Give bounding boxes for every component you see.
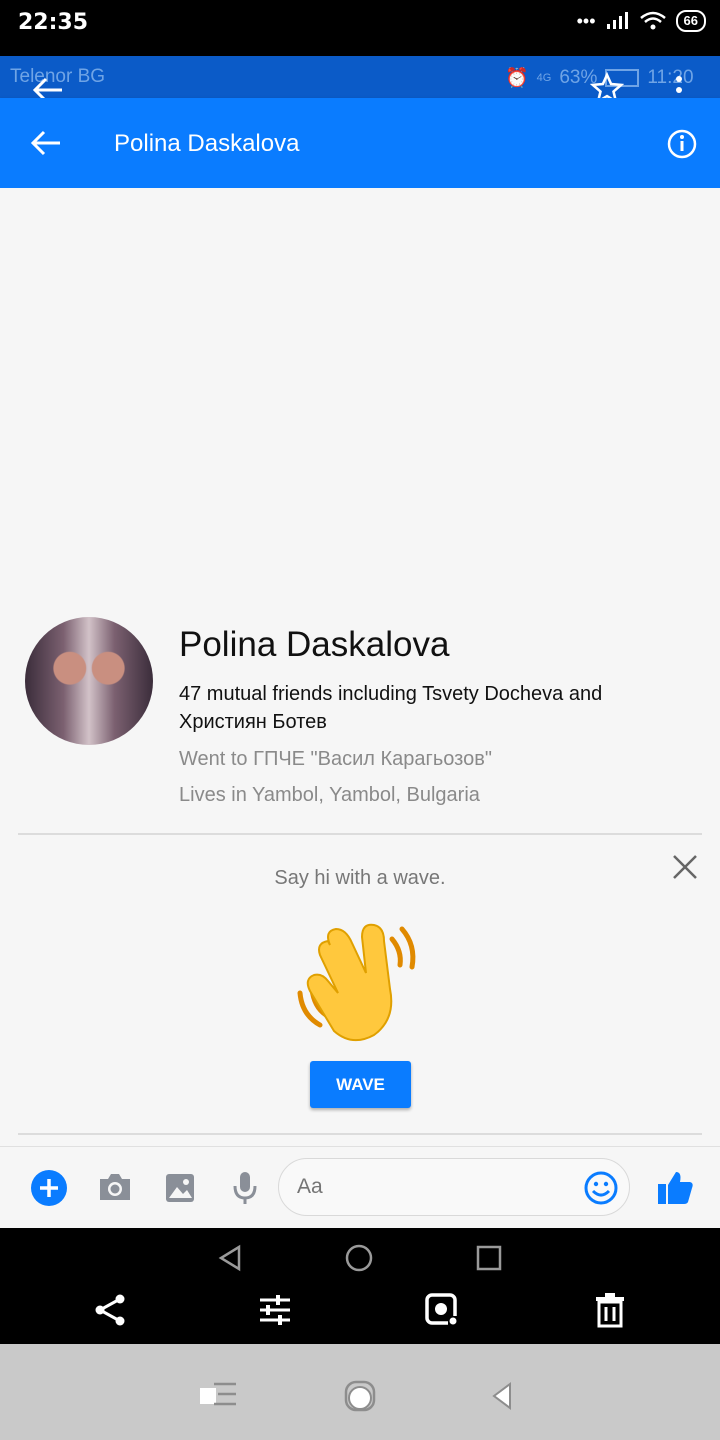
divider	[18, 1133, 702, 1135]
device-status-icons: ••• 66	[577, 10, 706, 32]
conversation-title[interactable]: Polina Daskalova	[114, 130, 299, 158]
inner-time-label: 11:20	[647, 67, 694, 88]
adjust-icon[interactable]	[258, 1293, 292, 1327]
crop-screenshot-icon[interactable]	[424, 1292, 460, 1328]
share-icon[interactable]	[92, 1292, 128, 1328]
profile-name: Polina Daskalova	[179, 625, 450, 664]
alarm-icon: ⏰	[505, 68, 529, 89]
education-text: Went to ГПЧЕ "Васил Карагьозов"	[179, 748, 492, 770]
avatar[interactable]	[25, 617, 153, 745]
message-input[interactable]	[278, 1158, 630, 1216]
network-label: 4G	[536, 72, 552, 84]
microphone-icon[interactable]	[232, 1170, 258, 1206]
menu-nav-icon[interactable]	[198, 1380, 238, 1410]
battery-indicator: 66	[675, 10, 706, 32]
wifi-icon	[639, 11, 666, 30]
close-icon[interactable]	[668, 850, 702, 884]
back-triangle-nav-icon[interactable]	[488, 1380, 518, 1410]
home-nav-icon[interactable]	[344, 1243, 374, 1273]
delete-icon[interactable]	[594, 1292, 626, 1328]
wave-button[interactable]: WAVE	[310, 1061, 411, 1108]
more-dots-icon: •••	[576, 10, 596, 31]
camera-icon[interactable]	[97, 1171, 133, 1203]
back-arrow-icon[interactable]	[30, 129, 62, 157]
location-text: Lives in Yambol, Yambol, Bulgaria	[179, 784, 480, 806]
device-status-bar: 22:35 ••• 66	[0, 0, 720, 56]
emoji-icon[interactable]	[583, 1170, 619, 1206]
waving-hand-icon	[297, 923, 416, 1042]
like-icon[interactable]	[656, 1168, 694, 1206]
divider	[18, 833, 702, 835]
home-circle-nav-icon[interactable]	[342, 1378, 378, 1414]
signal-icon	[606, 12, 628, 29]
info-icon[interactable]	[666, 128, 698, 160]
device-time: 22:35	[18, 10, 89, 35]
gallery-icon[interactable]	[164, 1172, 196, 1204]
wave-prompt: Say hi with a wave.	[274, 867, 446, 889]
back-nav-icon[interactable]	[216, 1244, 244, 1272]
add-icon[interactable]	[30, 1169, 68, 1207]
recents-nav-icon[interactable]	[476, 1245, 502, 1271]
mutual-friends-text: 47 mutual friends including Tsvety Doche…	[179, 683, 603, 733]
conversation-header	[0, 98, 720, 188]
